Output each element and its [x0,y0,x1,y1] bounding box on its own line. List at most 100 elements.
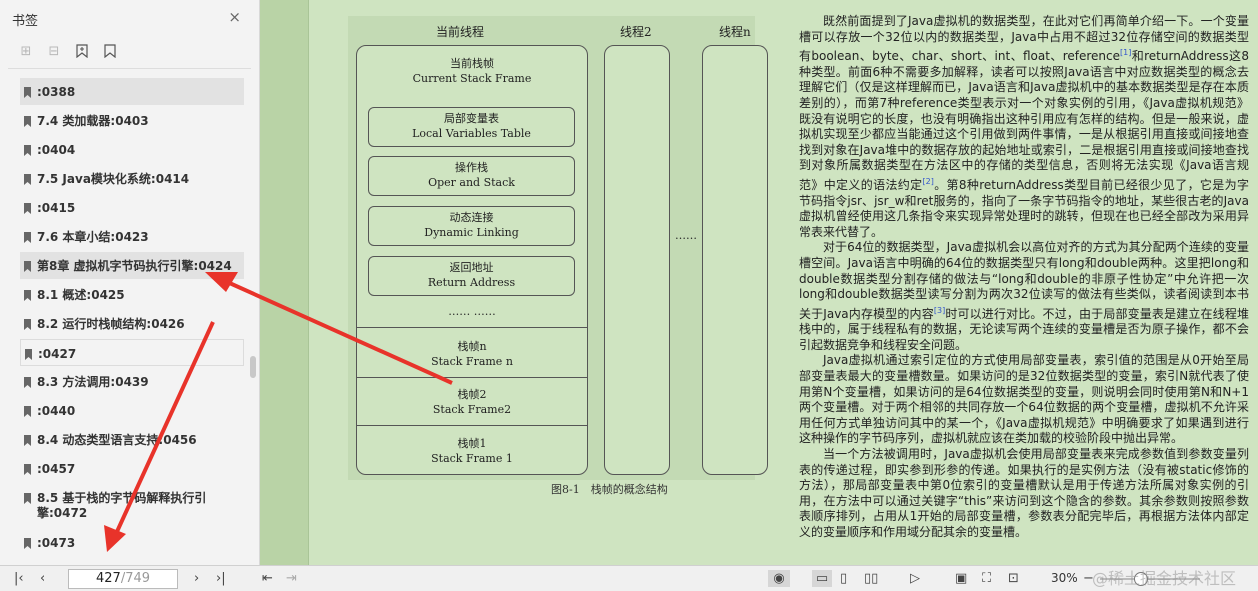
bookmark-icon [24,145,31,156]
sidebar-toolbar: ⊞ ⊟ [18,43,118,59]
dl-cn: 动态连接 [449,211,494,224]
threadn-stack [702,45,768,475]
bookmark-label: 8.4 动态类型语言支持:0456 [37,433,197,447]
figure-caption: 图8-1 栈帧的概念结构 [551,483,668,496]
bookmark-item[interactable]: :0404 [20,136,244,163]
expand-all-icon[interactable]: ⊞ [18,43,34,59]
lvt-cn: 局部变量表 [444,112,499,125]
play-icon[interactable]: ▷ [910,570,920,587]
page-text: 既然前面提到了Java虚拟机的数据类型，在此对它们再简单介绍一下。一个变量槽可以… [799,14,1249,541]
bookmark-label: :0473 [37,536,76,550]
two-page-icon[interactable]: ▯▯ [864,570,878,587]
back-icon[interactable]: ⇤ [262,570,273,587]
bookmark-item[interactable]: :0473 [20,529,244,556]
paragraph-1: 既然前面提到了Java虚拟机的数据类型，在此对它们再简单介绍一下。一个变量槽可以… [799,14,1249,240]
document-view: 当前线程 线程2 线程n 当前栈帧 Current Stack Frame 局部… [260,0,1258,565]
figure-col-threadn: 线程n [719,25,751,39]
bookmark-item[interactable]: :0440 [20,397,244,424]
footnote-ref-3[interactable]: [3] [934,306,945,315]
page-number-input[interactable]: 427/749 [68,569,178,589]
figure-col-thread2: 线程2 [620,25,652,39]
bookmark-item[interactable]: 8.2 运行时栈帧结构:0426 [20,310,244,337]
bookmark-label: 8.2 运行时栈帧结构:0426 [37,317,185,331]
bookmark-item[interactable]: 7.5 Java模块化系统:0414 [20,165,244,192]
bookmark-item[interactable]: :0427 [20,339,244,366]
bookmark-icon [24,232,31,243]
footnote-ref-1[interactable]: [1] [1120,48,1131,57]
bookmark-icon [24,174,31,185]
bookmark-label: :0404 [37,143,76,157]
last-page-icon[interactable]: ›| [216,570,226,587]
actual-size-icon[interactable]: ▣ [955,570,967,587]
bookmark-label: :0388 [37,85,76,99]
prev-page-icon[interactable]: ‹ [40,570,45,587]
lvt-en: Local Variables Table [412,127,531,140]
frame-2-en: Stack Frame2 [432,403,512,416]
stack-frame-figure: 当前线程 线程2 线程n 当前栈帧 Current Stack Frame 局部… [348,16,768,480]
sidebar-scrollbar[interactable] [250,356,256,378]
bookmark-icon [24,406,31,417]
frame-n-en: Stack Frame n [431,355,513,368]
bookmark-label: 7.5 Java模块化系统:0414 [37,172,190,186]
continuous-page-icon[interactable]: ▯ [840,570,847,587]
divider-frame-1 [357,425,587,426]
p1-part-b: 和returnAddress这8种类型。前面6种不需要多加解释，读者可以按照Ja… [799,49,1249,192]
return-address-box: 返回地址 Return Address [368,256,575,296]
paragraph-3: Java虚拟机通过索引定位的方式使用局部变量表，索引值的范围是从0开始至局部变量… [799,353,1249,446]
frame-dots: …… …… [448,305,496,318]
dynamic-linking-box: 动态连接 Dynamic Linking [368,206,575,246]
frame-1-cn: 栈帧1 [457,437,487,450]
bookmark-item[interactable]: :0388 [20,78,244,105]
current-thread-stack: 当前栈帧 Current Stack Frame 局部变量表 Local Var… [356,45,588,475]
bookmark-icon [24,435,31,446]
bookmark-icon [24,538,31,549]
bookmark-item[interactable]: 7.6 本章小结:0423 [20,223,244,250]
bookmark-item[interactable]: 8.5 基于栈的字节码解释执行引擎:0472 [20,484,244,524]
page-left: 当前线程 线程2 线程n 当前栈帧 Current Stack Frame 局部… [308,0,788,565]
bookmark-item[interactable]: 7.4 类加载器:0403 [20,107,244,134]
bookmark-label: :0457 [37,462,76,476]
bookmark-label: 8.1 概述:0425 [37,288,125,302]
fit-width-icon[interactable]: ⊡ [1008,570,1019,587]
footnote-ref-2[interactable]: [2] [923,177,934,186]
total-pages: /749 [120,571,151,586]
bookmark-icon [24,116,31,127]
bookmark-icon [24,493,31,504]
divider-frame-2 [357,377,587,378]
bookmark-icon [24,464,31,475]
ra-cn: 返回地址 [449,261,494,274]
bookmark-icon [25,349,32,360]
bookmark-icon [24,319,31,330]
threads-dots: …… [675,229,697,242]
bookmark-item[interactable]: 第8章 虚拟机字节码执行引擎:0424 [20,252,244,279]
os-cn: 操作栈 [455,161,488,174]
dl-en: Dynamic Linking [424,226,519,239]
bookmark-item[interactable]: :0415 [20,194,244,221]
bookmark-label: 7.6 本章小结:0423 [37,230,149,244]
status-bar: |‹ ‹ 427/749 › ›| ⇤ ⇥ ◉ ▭ ▯ ▯▯ ▷ ▣ ⛶ ⊡ 3… [0,565,1258,591]
ra-en: Return Address [427,276,516,289]
bookmark-label: :0440 [37,404,76,418]
forward-icon[interactable]: ⇥ [286,570,297,587]
zoom-level[interactable]: 30% [1051,571,1078,585]
fit-page-icon[interactable]: ⛶ [982,570,991,587]
eye-protect-icon[interactable]: ◉ [768,570,790,587]
bookmark-item[interactable]: :0457 [20,455,244,482]
watermark: @稀土掘金技术社区 [1092,569,1237,588]
add-bookmark-icon[interactable] [74,43,90,59]
collapse-all-icon[interactable]: ⊟ [46,43,62,59]
first-page-icon[interactable]: |‹ [14,570,24,587]
operand-stack-box: 操作栈 Oper and Stack [368,156,575,196]
paragraph-4: 当一个方法被调用时，Java虚拟机会使用局部变量表来完成参数值到参数变量列表的传… [799,447,1249,539]
frame-n-cn: 栈帧n [457,340,487,353]
single-page-icon[interactable]: ▭ [812,570,832,587]
next-page-icon[interactable]: › [194,570,199,587]
bookmark-item[interactable]: 8.4 动态类型语言支持:0456 [20,426,244,453]
bookmark-item[interactable]: 8.1 概述:0425 [20,281,244,308]
bookmark-label: :0415 [37,201,76,215]
close-icon[interactable]: × [228,8,241,26]
bookmark-item[interactable]: 8.3 方法调用:0439 [20,368,244,395]
bookmark-label: 8.5 基于栈的字节码解释执行引擎:0472 [37,491,207,520]
bookmark-icon[interactable] [102,43,118,59]
paragraph-2: 对于64位的数据类型，Java虚拟机会以高位对齐的方式为其分配两个连续的变量槽空… [799,240,1249,353]
